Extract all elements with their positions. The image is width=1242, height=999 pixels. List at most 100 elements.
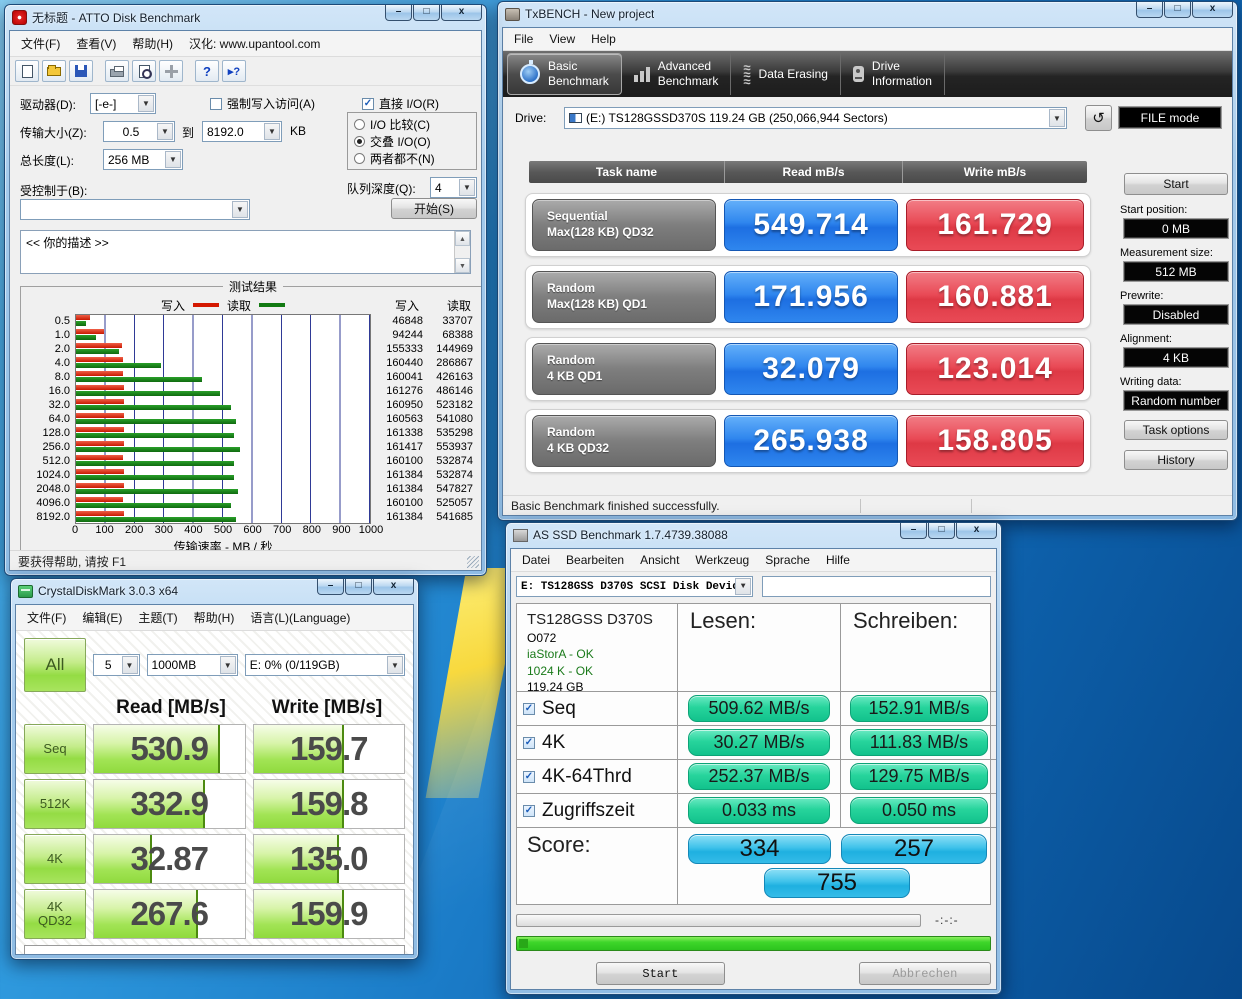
close-button[interactable]: x [373, 579, 414, 595]
menu-item[interactable]: Hilfe [819, 551, 857, 569]
maximize-button[interactable]: □ [1164, 2, 1191, 18]
all-test-button[interactable]: All [24, 638, 86, 692]
menu-item[interactable]: 帮助(H) [125, 33, 180, 54]
menu-item[interactable]: Ansicht [633, 551, 686, 569]
menu-item[interactable]: Datei [515, 551, 557, 569]
io-mode-radio[interactable]: 交叠 I/O(O) [354, 133, 470, 150]
io-mode-radio[interactable]: 两者都不(N) [354, 150, 470, 167]
test-button-512k[interactable]: 512K [24, 779, 86, 829]
checkbox-checked-icon[interactable]: ✓ [362, 97, 374, 110]
maximize-button[interactable]: □ [413, 5, 440, 21]
checkbox-checked-icon[interactable]: ✓ [523, 804, 535, 817]
task-name-button[interactable]: Random Max(128 KB) QD1 [532, 271, 717, 323]
queue-depth-combobox[interactable]: 4 ▼ [430, 177, 477, 198]
resize-grip[interactable] [467, 556, 479, 568]
maximize-button[interactable]: □ [345, 579, 372, 595]
task-options-button[interactable]: Task options [1124, 420, 1228, 440]
history-button[interactable]: History [1124, 450, 1228, 470]
chevron-down-icon[interactable]: ▼ [219, 656, 236, 674]
force-write-checkbox[interactable]: 强制写入访问(A) [210, 95, 315, 112]
minimize-button[interactable]: – [317, 579, 344, 595]
radio-icon[interactable] [354, 153, 365, 164]
menu-item[interactable]: 文件(F) [14, 33, 67, 54]
chevron-down-icon[interactable]: ▼ [735, 578, 752, 595]
task-name-button[interactable]: Sequential Max(128 KB) QD32 [532, 199, 717, 251]
chevron-down-icon[interactable]: ▼ [138, 95, 154, 112]
empty-field[interactable] [762, 576, 991, 597]
toolbar-save-button[interactable] [69, 60, 93, 82]
refresh-button[interactable]: ↺ [1085, 105, 1112, 131]
transfer-to-combobox[interactable]: 8192.0 ▼ [202, 121, 282, 142]
menu-item[interactable]: 语言(L)(Language) [243, 607, 357, 628]
file-mode-button[interactable]: FILE mode [1119, 107, 1221, 128]
test-count-combobox[interactable]: 5 ▼ [93, 654, 140, 676]
menu-item[interactable]: 汉化: www.upantool.com [182, 33, 327, 54]
toolbar-print-preview-button[interactable] [132, 60, 156, 82]
radio-icon[interactable] [354, 119, 365, 130]
read-value-button[interactable]: 252.37 MB/s [687, 763, 831, 790]
read-value-button[interactable]: 0.033 ms [687, 797, 831, 824]
radio-icon[interactable] [354, 136, 365, 147]
write-value-button[interactable]: 111.83 MB/s [850, 729, 988, 756]
checkbox-checked-icon[interactable]: ✓ [523, 702, 535, 715]
scrollbar[interactable]: ▲ ▼ [454, 231, 470, 273]
menu-item[interactable]: 文件(F) [20, 607, 73, 628]
checkbox-checked-icon[interactable]: ✓ [523, 736, 535, 749]
task-name-button[interactable]: Random 4 KB QD32 [532, 415, 717, 467]
menu-item[interactable]: 帮助(H) [187, 607, 242, 628]
io-mode-radio[interactable]: I/O 比较(C) [354, 116, 470, 133]
score-read-button[interactable]: 334 [688, 834, 831, 864]
tab-advanced[interactable]: Advanced Benchmark [622, 53, 732, 95]
chevron-down-icon[interactable]: ▼ [264, 123, 280, 140]
toolbar-new-file-button[interactable] [15, 60, 39, 82]
chevron-down-icon[interactable]: ▼ [157, 123, 173, 140]
toolbar-help-button[interactable]: ? [195, 60, 219, 82]
drive-combobox[interactable]: E: TS128GSS D370S SCSI Disk Device ▼ [516, 576, 754, 597]
score-total-button[interactable]: 755 [764, 868, 910, 898]
checkbox-icon[interactable] [210, 97, 222, 110]
total-length-combobox[interactable]: 256 MB ▼ [103, 149, 183, 170]
read-value-button[interactable]: 509.62 MB/s [687, 695, 831, 722]
minimize-button[interactable]: – [900, 523, 927, 539]
start-button[interactable]: Start [596, 962, 725, 985]
cancel-button[interactable]: Abbrechen [858, 962, 991, 985]
atto-titlebar[interactable]: 无标题 - ATTO Disk Benchmark – □ x [5, 5, 486, 29]
menu-item[interactable]: 查看(V) [69, 33, 123, 54]
chevron-down-icon[interactable]: ▼ [165, 151, 181, 168]
menu-item[interactable]: Sprache [758, 551, 817, 569]
write-value-button[interactable]: 0.050 ms [850, 797, 988, 824]
chevron-down-icon[interactable]: ▼ [232, 201, 248, 218]
minimize-button[interactable]: – [1136, 2, 1163, 18]
test-button-4k[interactable]: 4K [24, 834, 86, 884]
drive-combobox[interactable]: (E:) TS128GSSD370S 119.24 GB (250,066,94… [564, 107, 1067, 129]
read-value-button[interactable]: 30.27 MB/s [687, 729, 831, 756]
minimize-button[interactable]: – [385, 5, 412, 21]
toolbar-context-help-button[interactable]: ▸? [222, 60, 246, 82]
close-button[interactable]: x [1192, 2, 1233, 18]
transfer-from-combobox[interactable]: 0.5 ▼ [103, 121, 175, 142]
write-value-button[interactable]: 129.75 MB/s [850, 763, 988, 790]
description-textbox[interactable]: << 你的描述 >> ▲ ▼ [20, 230, 471, 274]
tab-drive[interactable]: Drive Information [841, 53, 945, 95]
drive-combobox[interactable]: [-e-] ▼ [90, 93, 156, 114]
menu-item[interactable]: 编辑(E) [75, 607, 129, 628]
menu-item[interactable]: Werkzeug [688, 551, 756, 569]
menu-item[interactable]: Help [584, 30, 623, 48]
test-button-seq[interactable]: Seq [24, 724, 86, 774]
chevron-down-icon[interactable]: ▼ [459, 179, 475, 196]
menu-item[interactable]: File [507, 30, 540, 48]
scroll-up-icon[interactable]: ▲ [455, 231, 470, 246]
start-button[interactable]: 开始(S) [391, 198, 477, 219]
toolbar-print-button[interactable] [105, 60, 129, 82]
target-drive-combobox[interactable]: E: 0% (0/119GB) ▼ [244, 654, 405, 676]
tab-basic[interactable]: Basic Benchmark [507, 53, 622, 95]
controlled-by-combobox[interactable]: ▼ [20, 199, 250, 220]
menu-item[interactable]: Bearbeiten [559, 551, 631, 569]
task-name-button[interactable]: Random 4 KB QD1 [532, 343, 717, 395]
tab-data-erasing[interactable]: ≈ ≈ ≈ Data Erasing [731, 53, 841, 95]
chevron-down-icon[interactable]: ▼ [121, 656, 138, 674]
menu-item[interactable]: 主题(T) [131, 607, 184, 628]
close-button[interactable]: x [441, 5, 482, 21]
direct-io-checkbox[interactable]: ✓ 直接 I/O(R) [362, 95, 439, 112]
start-button[interactable]: Start [1124, 173, 1228, 195]
